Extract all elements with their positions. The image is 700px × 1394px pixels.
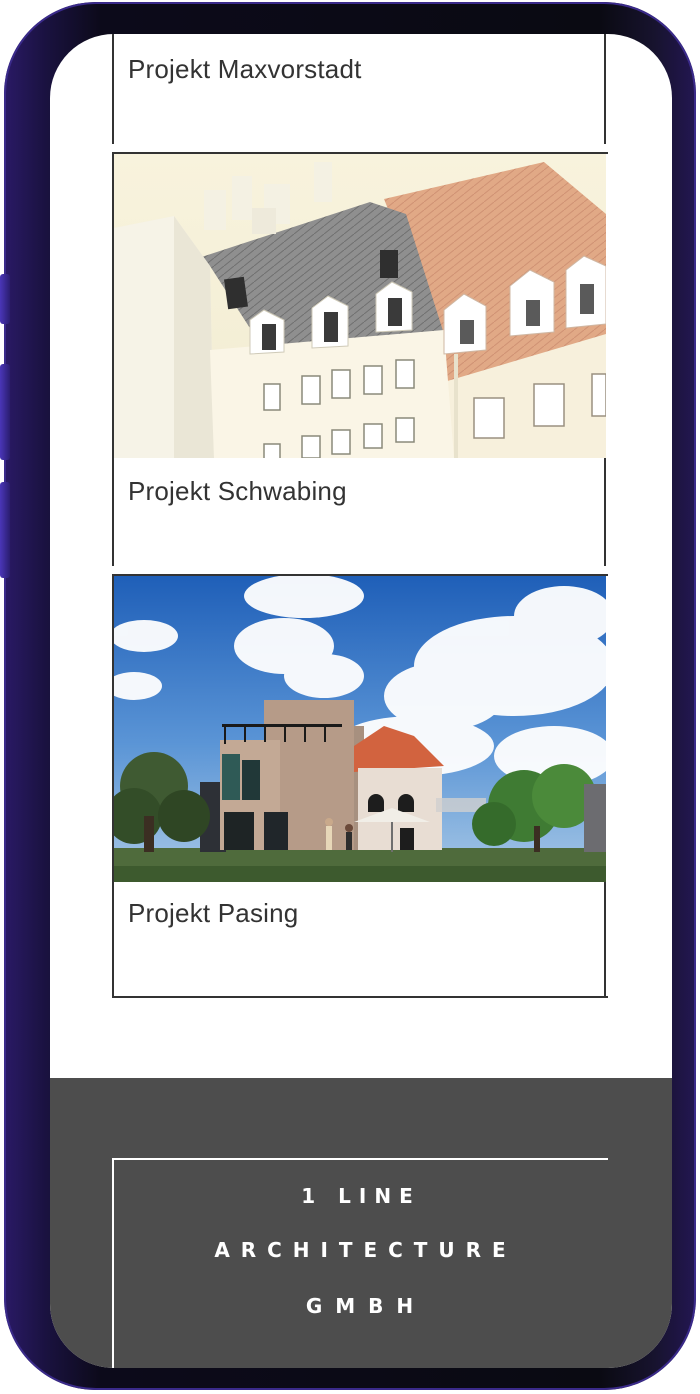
footer-company-line1: 1 LINE [301, 1184, 421, 1208]
phone-side-button-mute [0, 274, 10, 324]
phone-screen: Projekt Maxvorstadt Projekt Schwabing Pr… [50, 34, 672, 1368]
site-footer: 1 LINE A R C H I T E C T U R E G M B H [50, 1078, 672, 1368]
card-border-bottom [112, 996, 608, 998]
project-image-pasing[interactable] [114, 576, 606, 882]
phone-side-button-volume-up [0, 364, 10, 460]
building-render-pasing [114, 576, 606, 882]
footer-company-line3: G M B H [305, 1294, 417, 1318]
project-image-schwabing[interactable] [114, 154, 606, 458]
footer-logo-frame: 1 LINE A R C H I T E C T U R E G M B H [112, 1158, 608, 1368]
project-title-maxvorstadt[interactable]: Projekt Maxvorstadt [128, 54, 362, 85]
footer-company-line2: A R C H I T E C T U R E [214, 1238, 508, 1262]
building-render-schwabing [114, 154, 606, 458]
project-title-pasing[interactable]: Projekt Pasing [128, 898, 298, 929]
project-card-maxvorstadt[interactable] [112, 34, 606, 144]
phone-side-button-volume-down [0, 482, 10, 578]
project-title-schwabing[interactable]: Projekt Schwabing [128, 476, 347, 507]
